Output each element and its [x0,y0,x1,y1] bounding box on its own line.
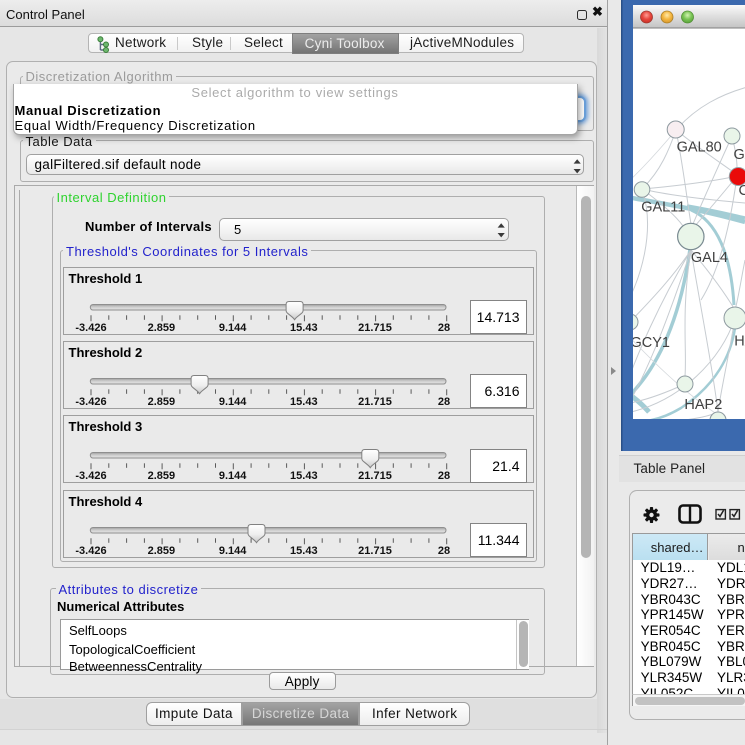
svg-text:2.859: 2.859 [148,396,176,408]
svg-text:-3.426: -3.426 [75,396,106,408]
svg-text:2.859: 2.859 [148,470,176,482]
svg-text:15.43: 15.43 [290,396,318,408]
svg-text:9.144: 9.144 [219,470,247,482]
svg-text:GCY1: GCY1 [631,335,671,351]
svg-text:9.144: 9.144 [219,321,247,333]
svg-text:21.715: 21.715 [358,321,392,333]
svg-text:15.43: 15.43 [290,470,318,482]
svg-text:2.859: 2.859 [148,321,176,333]
svg-text:28: 28 [438,396,450,408]
svg-text:21.715: 21.715 [358,544,392,556]
svg-text:2.859: 2.859 [148,544,176,556]
svg-text:GAL4: GAL4 [691,250,728,266]
svg-text:-3.426: -3.426 [75,470,106,482]
svg-text:15.43: 15.43 [290,544,318,556]
svg-text:-3.426: -3.426 [75,321,106,333]
svg-text:9.144: 9.144 [219,544,247,556]
svg-text:15.43: 15.43 [290,321,318,333]
svg-text:28: 28 [438,470,450,482]
svg-text:28: 28 [438,544,450,556]
svg-text:GAL2: GAL2 [734,147,745,163]
svg-text:-3.426: -3.426 [75,544,106,556]
svg-text:HAP4: HAP4 [734,334,745,350]
svg-text:GAL80: GAL80 [677,140,722,156]
svg-text:HAP2: HAP2 [684,397,722,413]
svg-text:CDC19: CDC19 [739,183,745,199]
svg-text:21.715: 21.715 [358,470,392,482]
svg-text:21.715: 21.715 [358,396,392,408]
svg-text:9.144: 9.144 [219,396,247,408]
svg-text:GAL11: GAL11 [641,200,685,216]
svg-text:28: 28 [438,321,450,333]
